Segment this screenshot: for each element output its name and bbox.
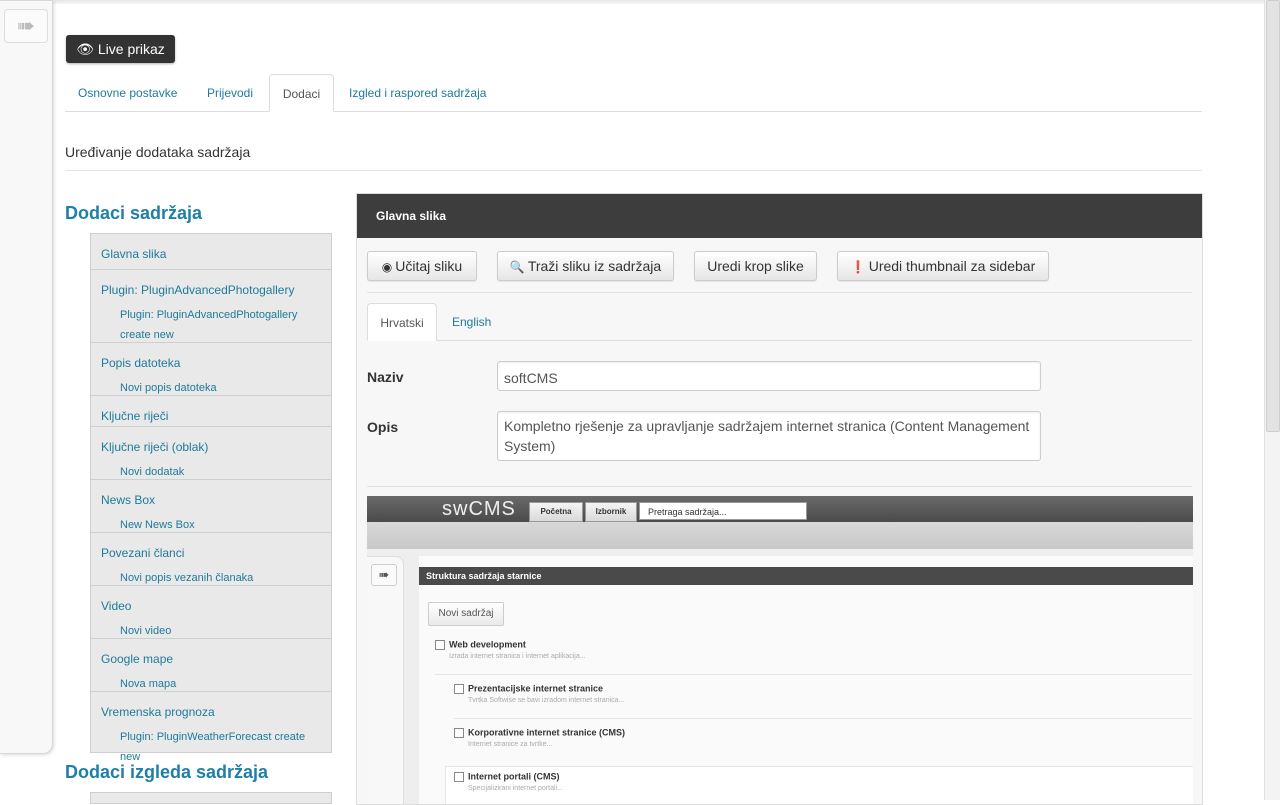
addon-sub-link[interactable]: Nova mapa [91,669,331,694]
addon-link-video[interactable]: Video [91,586,331,616]
addon-group: Popis datoteka Novi popis datoteka [91,343,331,396]
tab-prijevodi[interactable]: Prijevodi [207,74,253,110]
addon-link-povezani-clanci[interactable]: Povezani članci [91,533,331,563]
preview-nav-item: Izbornik [585,502,637,522]
addon-group: Ključne riječi [91,396,331,427]
search-icon: 🔍 [509,260,525,274]
upload-image-label: Učitaj sliku [395,258,463,274]
addon-sub-link[interactable]: New News Box [91,510,331,535]
page-subtitle: Uređivanje dodataka sadržaja [65,144,251,160]
addons-list: Glavna slika Plugin: PluginAdvancedPhoto… [90,233,332,763]
addon-sub-link[interactable]: Novi dodatak [91,457,331,482]
preview-tree-item: Internet portali (CMS) Specijalizirani i… [454,771,563,792]
addon-link-kljucne-rijeci-oblak[interactable]: Ključne riječi (oblak) [91,427,331,457]
language-tabs: Hrvatski English [367,303,1192,341]
addons-heading: Dodaci sadržaja [65,203,203,223]
opis-label: Opis [367,419,399,435]
layout-addons-list [90,792,332,804]
main-tabs: Osnovne postavke Prijevodi Dodaci Izgled… [65,74,1202,112]
edit-crop-label: Uredi krop slike [707,258,804,274]
live-preview-label: Live prikaz [97,41,165,57]
tab-osnovne-postavke[interactable]: Osnovne postavke [78,74,177,110]
tab-izgled[interactable]: Izgled i raspored sadržaja [349,74,486,110]
upload-circle-icon: ◉ [381,260,393,274]
addon-link-photogallery[interactable]: Plugin: PluginAdvancedPhotogallery [91,270,331,300]
addon-group: Video Novi video [91,586,331,639]
naziv-input[interactable]: softCMS [497,361,1041,391]
addon-link-vremenska-prognoza[interactable]: Vremenska prognoza [91,692,331,722]
addon-sub-link[interactable]: Plugin: PluginAdvancedPhotogallery creat… [91,300,331,345]
tab-english[interactable]: English [452,303,491,339]
tab-dodaci[interactable]: Dodaci [269,74,334,112]
alert-circle-icon: ❗ [850,260,866,274]
addon-group: Glavna slika [91,234,331,270]
preview-band [367,522,1193,549]
addon-group: News Box New News Box [91,480,331,533]
preview-tree-item: Web development Izrada internet stranica… [435,639,586,660]
preview-sidebar [367,556,404,804]
divider [454,718,1192,719]
panel-title: Glavna slika [357,194,1202,238]
top-edge [0,0,1280,4]
checkbox-icon [454,683,464,694]
eye-icon: 👁 [76,41,94,57]
addon-sub-link[interactable]: Plugin: PluginWeatherForecast create new [91,722,331,767]
divider [367,292,1192,293]
edit-crop-button[interactable]: Uredi krop slike [694,251,817,281]
addon-group: Vremenska prognoza Plugin: PluginWeather… [91,692,331,763]
layout-addons-heading: Dodaci izgleda sadržaja [65,762,269,782]
edit-thumbnail-button[interactable]: ❗ Uredi thumbnail za sidebar [837,251,1049,281]
preview-item-title: Prezentacijske internet stranice [468,683,604,694]
addon-sub-link[interactable]: Novi popis datoteka [91,373,331,398]
preview-new-button: Novi sadržaj [428,602,504,626]
checkbox-icon [454,727,464,738]
preview-section-title: Struktura sadržaja starnice [419,567,1193,585]
addon-link-glavna-slika[interactable]: Glavna slika [91,234,331,264]
addon-sub-link[interactable]: Novi popis vezanih članaka [91,563,331,588]
preview-item-desc: Tvrtka Softwise se bavi izradom internet… [468,696,625,704]
scrollbar-thumb[interactable] [1266,0,1280,432]
preview-tree-item: Prezentacijske internet stranice Tvrtka … [454,683,624,704]
find-image-button[interactable]: 🔍 Traži sliku iz sadržaja [497,251,674,281]
image-preview: swCMS Početna Izbornik Pretraga sadržaja… [367,496,1193,804]
preview-item-desc: Internet stranice za tvrtke... [468,740,553,748]
addon-group: Ključne riječi (oblak) Novi dodatak [91,427,331,480]
preview-item-desc: Specijalizirani internet portali... [468,784,563,792]
preview-search: Pretraga sadržaja... [639,502,807,520]
divider [367,486,1192,487]
addon-group: Google mape Nova mapa [91,639,331,692]
arrow-right-icon[interactable]: ➠ [4,9,48,43]
opis-textarea[interactable]: Kompletno rješenje za upravljanje sadrža… [497,411,1041,461]
checkbox-icon [454,771,464,782]
divider [65,170,1202,171]
addon-link-popis-datoteka[interactable]: Popis datoteka [91,343,331,373]
upload-image-button[interactable]: ◉ Učitaj sliku [367,251,477,281]
addon-group: Plugin: PluginAdvancedPhotogallery Plugi… [91,270,331,343]
find-image-label: Traži sliku iz sadržaja [527,258,662,274]
preview-nav-item: Početna [529,502,583,522]
live-preview-button[interactable]: 👁 Live prikaz [66,35,175,63]
addon-sub-link[interactable]: Novi video [91,616,331,641]
preview-item-desc: Izrada internet stranica i internet apli… [449,652,586,660]
checkbox-icon [435,639,445,650]
edit-thumbnail-label: Uredi thumbnail za sidebar [868,258,1036,274]
main-image-panel: Glavna slika ◉ Učitaj sliku 🔍 Traži sliku … [356,193,1203,805]
tab-hrvatski[interactable]: Hrvatski [367,303,437,341]
preview-item-title: Korporativne internet stranice (CMS) [468,727,626,738]
preview-item-title: Internet portali (CMS) [468,771,560,782]
addon-link-kljucne-rijeci[interactable]: Ključne riječi [91,396,331,426]
preview-tree-item: Korporativne internet stranice (CMS) Int… [454,727,625,748]
preview-arrow-icon: ➠ [371,564,397,586]
collapsed-sidebar: ➠ [0,0,53,754]
addon-group: Povezani članci Novi popis vezanih člana… [91,533,331,586]
addon-link-google-mape[interactable]: Google mape [91,639,331,669]
divider [435,674,1192,675]
naziv-label: Naziv [367,369,404,385]
addon-link-news-box[interactable]: News Box [91,480,331,510]
preview-logo: swCMS [442,498,516,520]
preview-item-title: Web development [449,639,526,650]
